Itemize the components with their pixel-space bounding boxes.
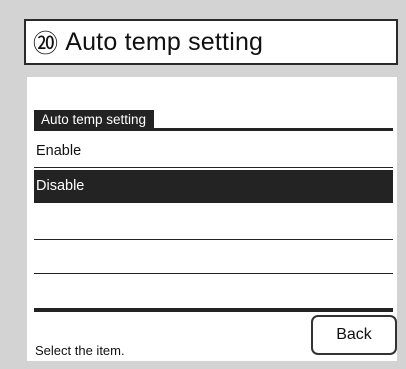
option-empty-3[interactable] [34,207,393,240]
back-button[interactable]: Back [311,315,397,355]
option-disable[interactable]: Disable [34,170,393,203]
status-message: Select the item. [35,343,125,358]
screen-number: ⑳ [33,30,59,58]
option-label: Disable [36,178,85,194]
option-label: Enable [36,143,82,159]
section-label: Auto temp setting [34,110,155,129]
footer-divider [34,309,393,312]
option-empty-4[interactable] [34,241,393,274]
settings-panel: Auto temp setting Enable Disable Select … [27,77,397,361]
option-empty-5[interactable] [34,276,393,309]
option-enable[interactable]: Enable [34,135,393,168]
section-divider [34,128,393,131]
screen-title-bar: ⑳ Auto temp setting [24,19,398,65]
screen-title: Auto temp setting [65,27,264,56]
